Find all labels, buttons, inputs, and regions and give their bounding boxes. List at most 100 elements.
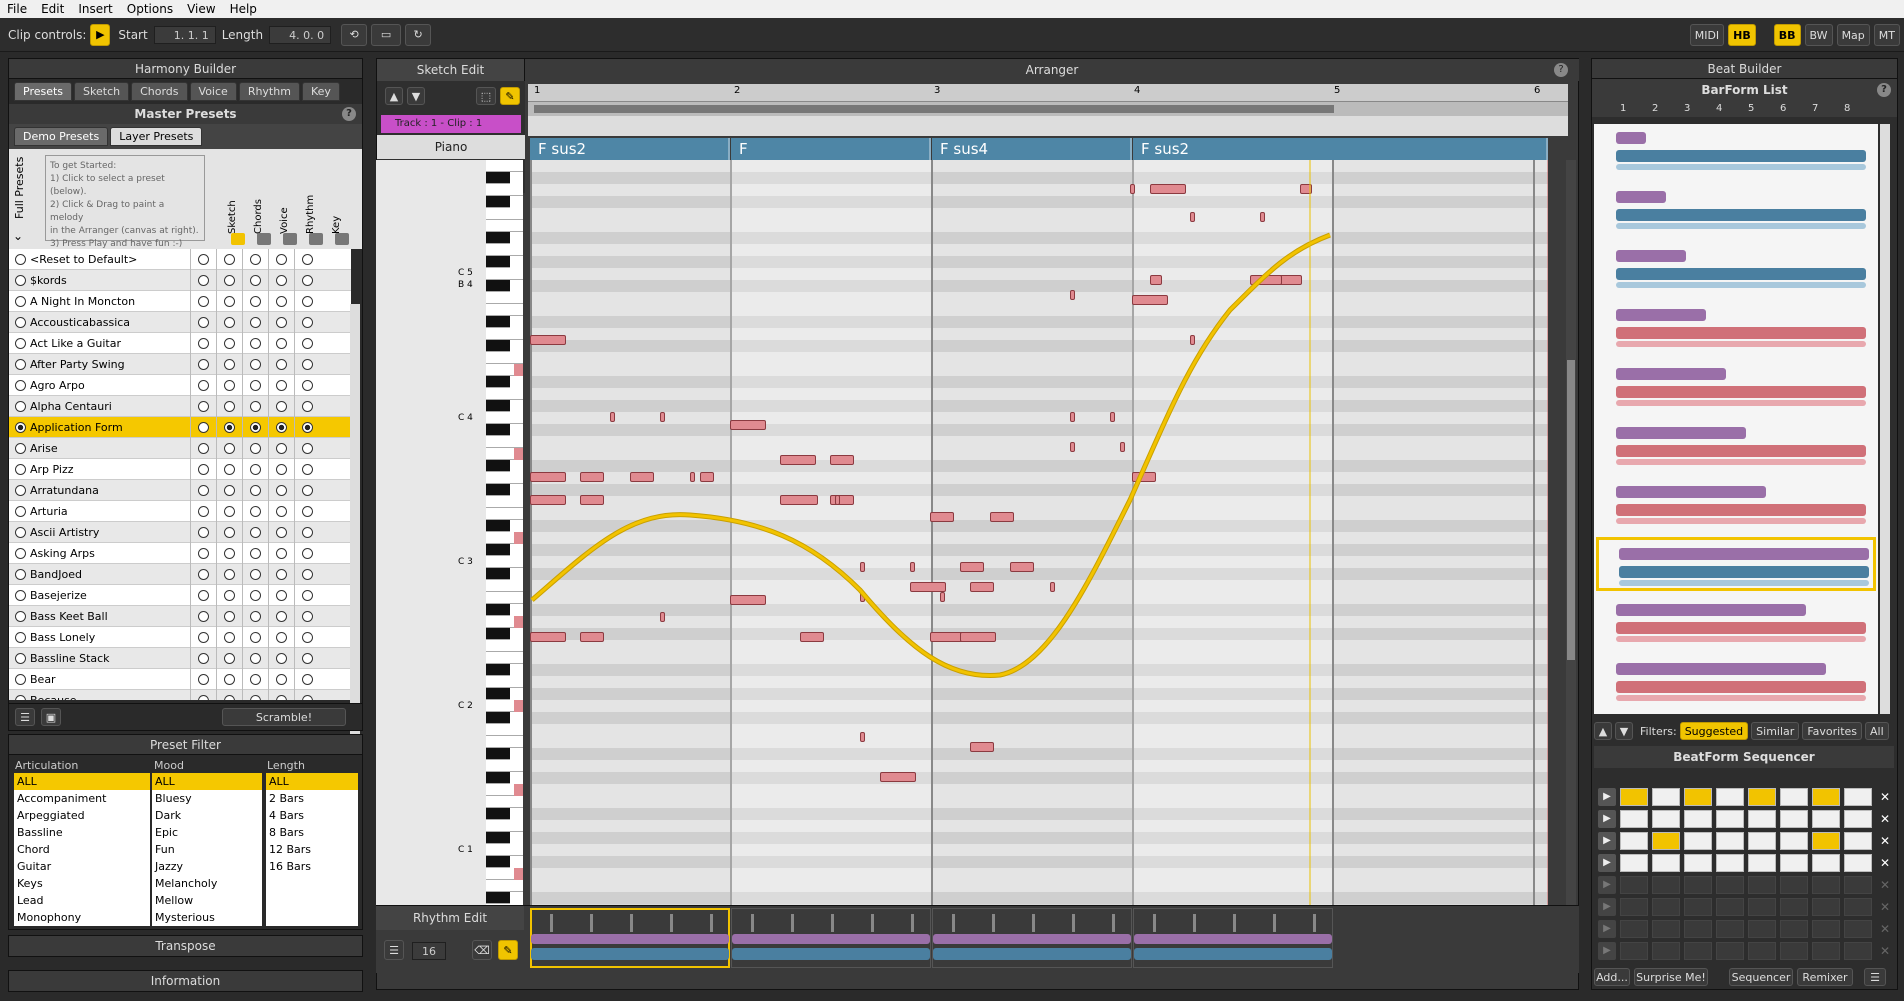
- piano-key[interactable]: [486, 664, 510, 676]
- piano-key[interactable]: [486, 172, 510, 184]
- layer-radio[interactable]: [242, 269, 268, 291]
- piano-key[interactable]: [486, 544, 510, 556]
- sequencer-row-play-icon[interactable]: ▶: [1598, 898, 1616, 916]
- chord-block[interactable]: F sus2: [530, 138, 730, 160]
- piano-key[interactable]: [486, 604, 510, 616]
- tab-presets[interactable]: Presets: [14, 82, 73, 101]
- sequencer-cell[interactable]: [1620, 942, 1648, 960]
- layer-radio[interactable]: [242, 563, 268, 585]
- filter-option[interactable]: Mysterious: [152, 909, 262, 926]
- barform-item[interactable]: [1596, 183, 1876, 237]
- layer-radio[interactable]: [216, 458, 242, 480]
- add-button[interactable]: Add...: [1594, 968, 1630, 986]
- preset-scrollbar[interactable]: [350, 304, 360, 754]
- arranger-help-icon[interactable]: ?: [1554, 63, 1568, 77]
- layer-radio[interactable]: [216, 563, 242, 585]
- piano-key[interactable]: [486, 628, 510, 640]
- piano-key[interactable]: [486, 424, 510, 436]
- layer-radio[interactable]: [190, 332, 216, 354]
- layer-radio[interactable]: [190, 542, 216, 564]
- sequencer-cell[interactable]: [1780, 810, 1808, 828]
- layer-radio[interactable]: [216, 249, 242, 270]
- piano-key[interactable]: [486, 712, 510, 724]
- sequencer-row-play-icon[interactable]: ▶: [1598, 942, 1616, 960]
- piano-key[interactable]: [486, 580, 523, 592]
- layer-radio[interactable]: [268, 290, 294, 312]
- lock-icon[interactable]: [309, 233, 323, 245]
- layer-radio[interactable]: [190, 458, 216, 480]
- tab-rhythm[interactable]: Rhythm: [238, 82, 300, 101]
- sequencer-cell[interactable]: [1748, 854, 1776, 872]
- sequencer-cell[interactable]: [1620, 832, 1648, 850]
- layer-radio[interactable]: [294, 332, 320, 354]
- sequencer-cell[interactable]: [1812, 854, 1840, 872]
- list-icon[interactable]: ☰: [384, 940, 404, 960]
- layer-radio[interactable]: [216, 332, 242, 354]
- radio-icon[interactable]: [15, 253, 26, 265]
- sequencer-cell[interactable]: [1620, 920, 1648, 938]
- map-button[interactable]: Map: [1836, 24, 1870, 46]
- rhythm-stem[interactable]: [911, 914, 914, 932]
- sequencer-cell[interactable]: [1844, 832, 1872, 850]
- layer-radio[interactable]: [268, 395, 294, 417]
- layer-radio[interactable]: [216, 542, 242, 564]
- tab-layer-presets[interactable]: Layer Presets: [110, 127, 203, 146]
- arrow-down-icon[interactable]: ▼: [1615, 722, 1633, 740]
- lock-icon[interactable]: [231, 233, 245, 245]
- sequencer-cell[interactable]: [1812, 898, 1840, 916]
- sequencer-cell[interactable]: [1684, 898, 1712, 916]
- rhythm-stem[interactable]: [1313, 914, 1316, 932]
- chord-block[interactable]: F: [731, 138, 931, 160]
- layer-radio[interactable]: [268, 332, 294, 354]
- sequencer-button[interactable]: Sequencer: [1729, 968, 1793, 986]
- preset-row[interactable]: Bass Lonely: [9, 626, 351, 648]
- piano-key[interactable]: [486, 220, 523, 232]
- melody-sketch-curve[interactable]: [530, 160, 1548, 905]
- sequencer-cell[interactable]: [1652, 942, 1680, 960]
- sequencer-cell[interactable]: [1844, 788, 1872, 806]
- layer-radio[interactable]: [268, 479, 294, 501]
- layer-radio[interactable]: [294, 689, 320, 700]
- layer-radio[interactable]: [294, 626, 320, 648]
- sequencer-cell[interactable]: [1652, 854, 1680, 872]
- preset-row[interactable]: Arp Pizz: [9, 458, 351, 480]
- play-button[interactable]: ▶: [90, 23, 111, 46]
- close-icon[interactable]: ✕: [1878, 856, 1892, 870]
- piano-key[interactable]: [486, 796, 523, 808]
- layer-radio[interactable]: [190, 689, 216, 700]
- layer-radio[interactable]: [294, 290, 320, 312]
- piano-key[interactable]: [486, 484, 510, 496]
- surprise-me-button[interactable]: Surprise Me!: [1634, 968, 1708, 986]
- radio-icon[interactable]: [15, 526, 26, 538]
- radio-icon[interactable]: [15, 337, 26, 349]
- rhythm-stem[interactable]: [831, 914, 834, 932]
- layer-radio[interactable]: [216, 416, 242, 438]
- radio-icon[interactable]: [15, 547, 26, 559]
- filter-option[interactable]: Guitar: [14, 858, 150, 875]
- layer-radio[interactable]: [216, 395, 242, 417]
- piano-keyboard[interactable]: [486, 160, 523, 905]
- preset-row[interactable]: Because: [9, 689, 351, 700]
- layer-radio[interactable]: [242, 249, 268, 270]
- sequencer-cell[interactable]: [1812, 942, 1840, 960]
- layer-radio[interactable]: [268, 416, 294, 438]
- layer-radio[interactable]: [190, 249, 216, 270]
- radio-icon[interactable]: [15, 694, 26, 700]
- piano-key[interactable]: [486, 568, 510, 580]
- rhythm-stem[interactable]: [791, 914, 794, 932]
- preset-list[interactable]: <Reset to Default> $kords A Night In Monct…: [9, 249, 351, 700]
- preset-row[interactable]: Asking Arps: [9, 542, 351, 564]
- filter-option[interactable]: Accompaniment: [14, 790, 150, 807]
- rhythm-stem[interactable]: [1233, 914, 1236, 932]
- preset-row[interactable]: Bass Keet Ball: [9, 605, 351, 627]
- sequencer-cell[interactable]: [1812, 788, 1840, 806]
- preset-row[interactable]: Ascii Artistry: [9, 521, 351, 543]
- piano-key[interactable]: [486, 772, 510, 784]
- rhythm-stem[interactable]: [1112, 914, 1115, 932]
- close-icon[interactable]: ✕: [1878, 834, 1892, 848]
- layer-radio[interactable]: [294, 521, 320, 543]
- filter-option[interactable]: 12 Bars: [266, 841, 358, 858]
- start-field[interactable]: 1. 1. 1: [153, 25, 216, 44]
- filter-option[interactable]: 8 Bars: [266, 824, 358, 841]
- sequencer-cell[interactable]: [1812, 832, 1840, 850]
